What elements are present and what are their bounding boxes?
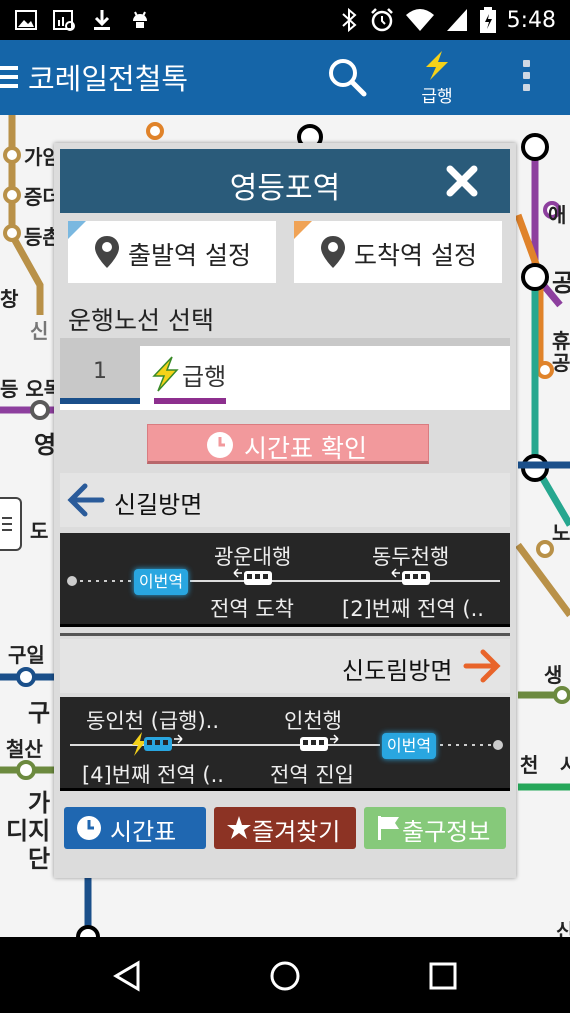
- star-icon: [227, 816, 251, 839]
- station-name: 영등포역: [229, 171, 341, 206]
- line-select-label: 운행노선 선택: [68, 306, 214, 335]
- map-label-4[interactable]: 창: [0, 283, 18, 312]
- chart-search-icon: [52, 8, 76, 32]
- menu-icon[interactable]: [0, 66, 18, 90]
- train-status: 전역 도착: [210, 597, 294, 621]
- android-icon: [128, 8, 152, 32]
- location-pin-icon: [95, 236, 119, 268]
- map-label-10[interactable]: 구: [28, 693, 50, 728]
- section-divider: [60, 633, 510, 636]
- departure-label: 출발역 설정: [128, 241, 251, 270]
- map-label-15[interactable]: 애: [548, 199, 566, 228]
- location-pin-icon: [321, 236, 345, 268]
- signal-icon: [446, 9, 467, 31]
- map-label-22[interactable]: 시: [560, 749, 570, 778]
- timetable-button[interactable]: 시간표: [64, 807, 206, 849]
- map-label-14[interactable]: 단: [28, 839, 50, 874]
- map-label-16[interactable]: 공: [552, 263, 570, 298]
- map-label-8[interactable]: 도: [30, 515, 48, 544]
- download-icon: [90, 8, 114, 32]
- set-departure-button[interactable]: 출발역 설정: [68, 221, 276, 283]
- recents-icon[interactable]: [426, 959, 460, 993]
- lightning-icon: [426, 51, 448, 80]
- exit-info-button-label: 출구정보: [402, 818, 491, 846]
- list-icon: [2, 517, 12, 531]
- train-status: [4]번째 전역 (..: [82, 763, 224, 787]
- line-selector: 1 급행: [60, 338, 510, 410]
- train-icon: [300, 734, 339, 751]
- app-title: 코레일전철톡: [28, 62, 189, 96]
- flag-icon: [378, 816, 399, 840]
- direction-up-label: 신길방면: [114, 491, 203, 519]
- map-label-18[interactable]: 공: [552, 347, 570, 376]
- search-icon: [329, 59, 367, 97]
- express-train-icon: [132, 732, 183, 756]
- overflow-menu-icon[interactable]: [516, 60, 536, 96]
- map-label-7[interactable]: 영: [34, 425, 56, 460]
- drawer-handle[interactable]: [0, 497, 22, 551]
- exit-info-button[interactable]: 출구정보: [364, 807, 506, 849]
- arrival-label: 도착역 설정: [354, 241, 477, 270]
- timetable-check-label: 시간표 확인: [244, 434, 367, 463]
- lightning-icon: [152, 356, 179, 392]
- home-icon[interactable]: [268, 959, 302, 993]
- navigation-bar: [0, 937, 570, 1013]
- direction-down-trains: 동인천 (급행).. [4]번째 전역 (.. 인천행 전역 진입 이번역: [60, 697, 510, 791]
- train-icon: [391, 568, 430, 585]
- direction-down-label: 신도림방면: [342, 657, 453, 685]
- clock-icon: [207, 432, 233, 458]
- map-label-23[interactable]: 신: [556, 915, 570, 937]
- close-icon: [446, 165, 478, 197]
- station-dialog: 영등포역 출발역 설정 도착역 설정 운행노선 선택 1 급행 시간표 확인 신…: [54, 143, 516, 878]
- tab-line-1[interactable]: 1: [60, 346, 140, 402]
- clock: 5:48: [506, 7, 556, 33]
- search-button[interactable]: [326, 56, 370, 100]
- current-station-badge: 이번역: [134, 569, 188, 595]
- timetable-check-button[interactable]: 시간표 확인: [147, 424, 429, 464]
- map-label-20[interactable]: 생: [544, 659, 562, 688]
- train-icon: [233, 568, 272, 585]
- express-tab-label: 급행: [182, 362, 227, 391]
- alarm-icon: [370, 8, 393, 32]
- map-label-9[interactable]: 구일: [8, 639, 45, 668]
- train-status: 전역 진입: [270, 763, 354, 787]
- line-1-color-bar: [60, 398, 140, 404]
- status-bar: 5:48: [0, 0, 570, 40]
- map-label-5[interactable]: 신: [30, 315, 48, 344]
- image-icon: [14, 8, 38, 32]
- express-color-bar: [154, 398, 226, 404]
- favorites-button[interactable]: 즐겨찾기: [214, 807, 356, 849]
- dialog-header: 영등포역: [60, 149, 510, 213]
- map-label-19[interactable]: 노: [552, 517, 570, 546]
- arrow-right-icon: [463, 649, 501, 683]
- clock-icon: [77, 816, 101, 840]
- app-bar: 코레일전철톡 급행: [0, 40, 570, 115]
- express-label: 급행: [421, 87, 453, 107]
- map-label-6[interactable]: 등 오목: [0, 373, 62, 402]
- arrow-left-icon: [67, 483, 105, 517]
- tab-express[interactable]: 급행: [150, 350, 226, 398]
- direction-down-header: 신도림방면: [60, 639, 510, 693]
- express-toggle-button[interactable]: 급행: [412, 50, 462, 108]
- direction-up-trains: 이번역 광운대행 전역 도착 동두천행 [2]번째 전역 (..: [60, 533, 510, 627]
- back-icon[interactable]: [110, 959, 144, 993]
- bluetooth-icon: [341, 7, 357, 33]
- direction-up-header: 신길방면: [60, 473, 510, 527]
- wifi-icon: [405, 9, 434, 31]
- map-label-11[interactable]: 철산: [6, 733, 43, 762]
- favorites-button-label: 즐겨찾기: [252, 818, 341, 846]
- train-status: [2]번째 전역 (..: [342, 597, 484, 621]
- timetable-button-label: 시간표: [110, 818, 177, 846]
- close-button[interactable]: [446, 165, 478, 197]
- set-arrival-button[interactable]: 도착역 설정: [294, 221, 502, 283]
- current-station-badge: 이번역: [382, 733, 436, 759]
- map-label-21[interactable]: 천: [520, 749, 538, 778]
- battery-icon: [479, 7, 496, 33]
